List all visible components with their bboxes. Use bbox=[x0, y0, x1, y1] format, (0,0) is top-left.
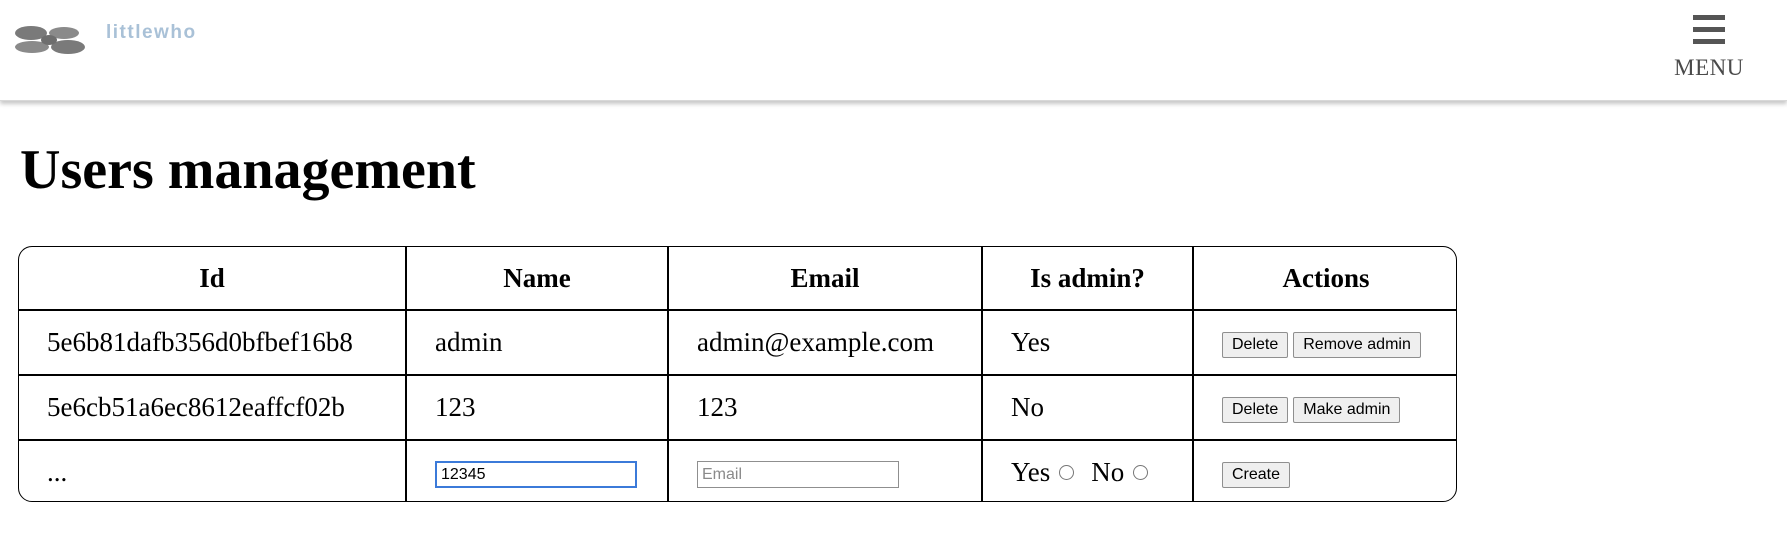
create-button[interactable]: Create bbox=[1222, 461, 1291, 488]
users-table: Id Name Email Is admin? Actions 5e6b81da… bbox=[18, 246, 1457, 502]
remove-admin-button[interactable]: Remove admin bbox=[1293, 331, 1421, 358]
new-user-is-admin-cell: Yes No bbox=[981, 439, 1194, 501]
admin-no-radio[interactable] bbox=[1133, 465, 1149, 480]
admin-yes-radio[interactable] bbox=[1059, 465, 1075, 480]
column-header-name: Name bbox=[405, 247, 669, 311]
new-user-actions-cell: Create bbox=[1192, 439, 1456, 501]
table-row: 5e6cb51a6ec8612eaffcf02b 123 123 No Dele… bbox=[19, 374, 1456, 441]
email-input[interactable] bbox=[697, 461, 899, 489]
admin-yes-label: Yes bbox=[1011, 457, 1051, 487]
user-actions-cell: Delete Make admin bbox=[1192, 374, 1456, 441]
logo-text: littlewho bbox=[106, 22, 197, 43]
user-name-cell: admin bbox=[405, 309, 669, 376]
make-admin-button[interactable]: Make admin bbox=[1293, 396, 1401, 423]
user-id-cell: 5e6cb51a6ec8612eaffcf02b bbox=[19, 374, 407, 441]
menu-label: MENU bbox=[1674, 55, 1744, 80]
clover-logo-icon bbox=[15, 26, 85, 54]
admin-no-label: No bbox=[1091, 457, 1125, 487]
user-name-cell: 123 bbox=[405, 374, 669, 441]
table-header-row: Id Name Email Is admin? Actions bbox=[19, 247, 1456, 311]
logo[interactable]: littlewho bbox=[12, 22, 197, 56]
delete-button[interactable]: Delete bbox=[1222, 396, 1289, 423]
page-title: Users management bbox=[20, 139, 476, 201]
delete-button[interactable]: Delete bbox=[1222, 331, 1289, 358]
new-user-id-cell: ... bbox=[19, 439, 407, 501]
column-header-actions: Actions bbox=[1192, 247, 1456, 311]
user-is-admin-cell: No bbox=[981, 374, 1194, 441]
column-header-id: Id bbox=[19, 247, 407, 311]
user-actions-cell: Delete Remove admin bbox=[1192, 309, 1456, 376]
user-is-admin-cell: Yes bbox=[981, 309, 1194, 376]
column-header-is-admin: Is admin? bbox=[981, 247, 1194, 311]
hamburger-menu-icon bbox=[1693, 15, 1725, 44]
new-user-name-cell bbox=[405, 439, 669, 501]
user-email-cell: admin@example.com bbox=[667, 309, 983, 376]
user-id-cell: 5e6b81dafb356d0bfbef16b8 bbox=[19, 309, 407, 376]
table-row: 5e6b81dafb356d0bfbef16b8 admin admin@exa… bbox=[19, 309, 1456, 376]
new-user-email-cell bbox=[667, 439, 983, 501]
new-user-row: ... Yes No Create bbox=[19, 439, 1456, 501]
user-email-cell: 123 bbox=[667, 374, 983, 441]
menu-button[interactable]: MENU bbox=[1671, 13, 1747, 81]
top-bar: littlewho MENU bbox=[0, 0, 1787, 101]
name-input[interactable] bbox=[435, 461, 637, 489]
column-header-email: Email bbox=[667, 247, 983, 311]
